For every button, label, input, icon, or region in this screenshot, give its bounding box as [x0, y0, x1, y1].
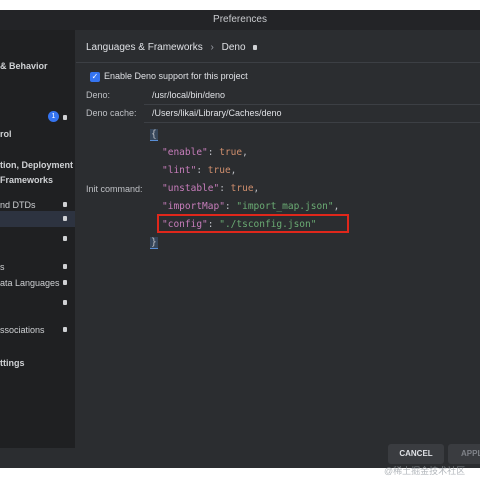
- json-value: "import_map.json": [236, 201, 334, 212]
- settings-sidebar: & Behavior 1 rol tion, Deployment Frameworks…: [0, 30, 75, 448]
- sidebar-item-label: & Behavior: [0, 61, 48, 71]
- sidebar-item[interactable]: ttings: [0, 355, 75, 371]
- json-colon: :: [219, 183, 231, 194]
- json-comma: ,: [253, 183, 260, 194]
- config-highlight-box: [157, 214, 349, 233]
- watermark: @稀土掘金技术社区: [384, 466, 466, 476]
- sidebar-item[interactable]: 1: [0, 110, 75, 126]
- json-key: "enable": [162, 147, 208, 158]
- json-colon: :: [196, 165, 208, 176]
- sidebar-item-label: ttings: [0, 358, 25, 368]
- sidebar-item[interactable]: tion, Deployment: [0, 157, 75, 173]
- deno-cache-label: Deno cache:: [86, 108, 137, 118]
- pin-icon: [63, 236, 67, 241]
- enable-deno-checkbox[interactable]: ✓: [90, 72, 100, 82]
- deno-path-label: Deno:: [86, 90, 111, 100]
- json-value: true: [207, 165, 231, 176]
- field-divider: [144, 104, 480, 105]
- pin-icon: [63, 264, 67, 269]
- apply-button[interactable]: APPLY: [448, 444, 480, 464]
- init-command-label: Init command:: [86, 184, 143, 194]
- sidebar-item[interactable]: ata Languages: [0, 275, 75, 291]
- pin-icon: [63, 327, 67, 332]
- breadcrumb-separator: ›: [210, 42, 214, 53]
- update-count-badge: 1: [48, 111, 59, 122]
- sidebar-item-label: ssociations: [0, 325, 45, 335]
- sidebar-item[interactable]: [0, 211, 75, 227]
- preferences-window: Preferences & Behavior 1 rol tion, Deployme…: [0, 10, 480, 468]
- json-line: "enable": true,: [162, 146, 248, 160]
- breadcrumb-parent[interactable]: Languages & Frameworks: [86, 42, 203, 53]
- pin-icon: [63, 115, 67, 120]
- json-line: "unstable": true,: [162, 182, 259, 196]
- sidebar-item[interactable]: rol: [0, 126, 75, 142]
- breadcrumb-current: Deno: [221, 42, 246, 53]
- json-value: true: [230, 183, 254, 194]
- sidebar-item[interactable]: Frameworks: [0, 172, 75, 188]
- sidebar-item-label: s: [0, 262, 5, 272]
- deno-cache-field[interactable]: /Users/likai/Library/Caches/deno: [152, 108, 282, 118]
- json-comma: ,: [242, 147, 248, 158]
- init-command-editor[interactable]: { "enable": true, "lint": true, "unstable"…: [146, 126, 480, 252]
- pin-icon: [63, 216, 67, 221]
- json-comma: ,: [230, 165, 237, 176]
- sidebar-item-label: ata Languages: [0, 278, 60, 288]
- header-divider: [76, 62, 480, 63]
- deno-path-field[interactable]: /usr/local/bin/deno: [152, 90, 225, 100]
- json-colon: :: [207, 147, 220, 158]
- open-brace: {: [150, 129, 158, 141]
- pin-icon: [63, 300, 67, 305]
- sidebar-item[interactable]: ssociations: [0, 322, 75, 338]
- json-line: "lint": true,: [162, 164, 236, 178]
- sidebar-item[interactable]: [0, 295, 75, 311]
- json-comma: ,: [333, 201, 340, 212]
- sidebar-item-label: Frameworks: [0, 175, 54, 185]
- json-key: "lint": [162, 165, 197, 176]
- pin-icon: [63, 280, 67, 285]
- window-title: Preferences: [0, 10, 480, 30]
- json-colon: :: [224, 201, 237, 212]
- sidebar-item[interactable]: & Behavior: [0, 58, 75, 74]
- field-divider: [144, 122, 480, 123]
- json-line: "importMap": "import_map.json",: [162, 200, 339, 214]
- pin-icon[interactable]: [253, 44, 258, 50]
- sidebar-item[interactable]: s: [0, 259, 75, 275]
- breadcrumb: Languages & Frameworks › Deno: [86, 42, 262, 53]
- json-key: "importMap": [162, 201, 225, 212]
- json-value: true: [219, 147, 243, 158]
- pin-icon: [63, 202, 67, 207]
- json-key: "unstable": [162, 183, 220, 194]
- enable-deno-label[interactable]: Enable Deno support for this project: [104, 71, 248, 81]
- cancel-button[interactable]: CANCEL: [388, 444, 444, 464]
- sidebar-item[interactable]: [0, 231, 75, 247]
- settings-panel: Languages & Frameworks › Deno ✓ Enable D…: [76, 30, 480, 448]
- close-brace: }: [150, 237, 158, 249]
- sidebar-item-label: rol: [0, 129, 12, 139]
- sidebar-item-label: tion, Deployment: [0, 160, 74, 170]
